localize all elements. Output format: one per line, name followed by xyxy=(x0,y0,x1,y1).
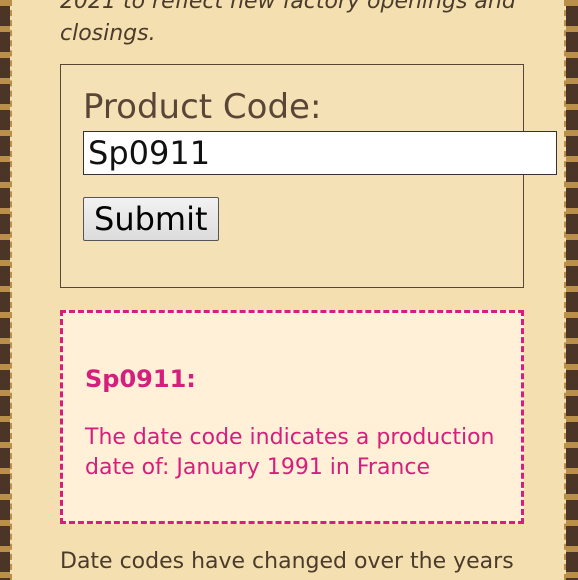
result-panel: Sp0911: The date code indicates a produc… xyxy=(60,310,524,524)
intro-paragraph: 2021 to reflect new factory openings and… xyxy=(60,0,516,46)
result-message: The date code indicates a production dat… xyxy=(85,425,495,480)
product-code-label: Product Code: xyxy=(83,87,322,127)
right-decorative-border xyxy=(566,0,578,580)
product-code-form: Product Code: Submit xyxy=(60,64,557,288)
page-content: 2021 to reflect new factory openings and… xyxy=(10,0,566,580)
result-code: Sp0911: xyxy=(85,365,196,393)
footer-paragraph: Date codes have changed over the years xyxy=(60,549,514,574)
submit-button[interactable]: Submit xyxy=(83,197,219,241)
product-code-input[interactable] xyxy=(83,131,557,175)
